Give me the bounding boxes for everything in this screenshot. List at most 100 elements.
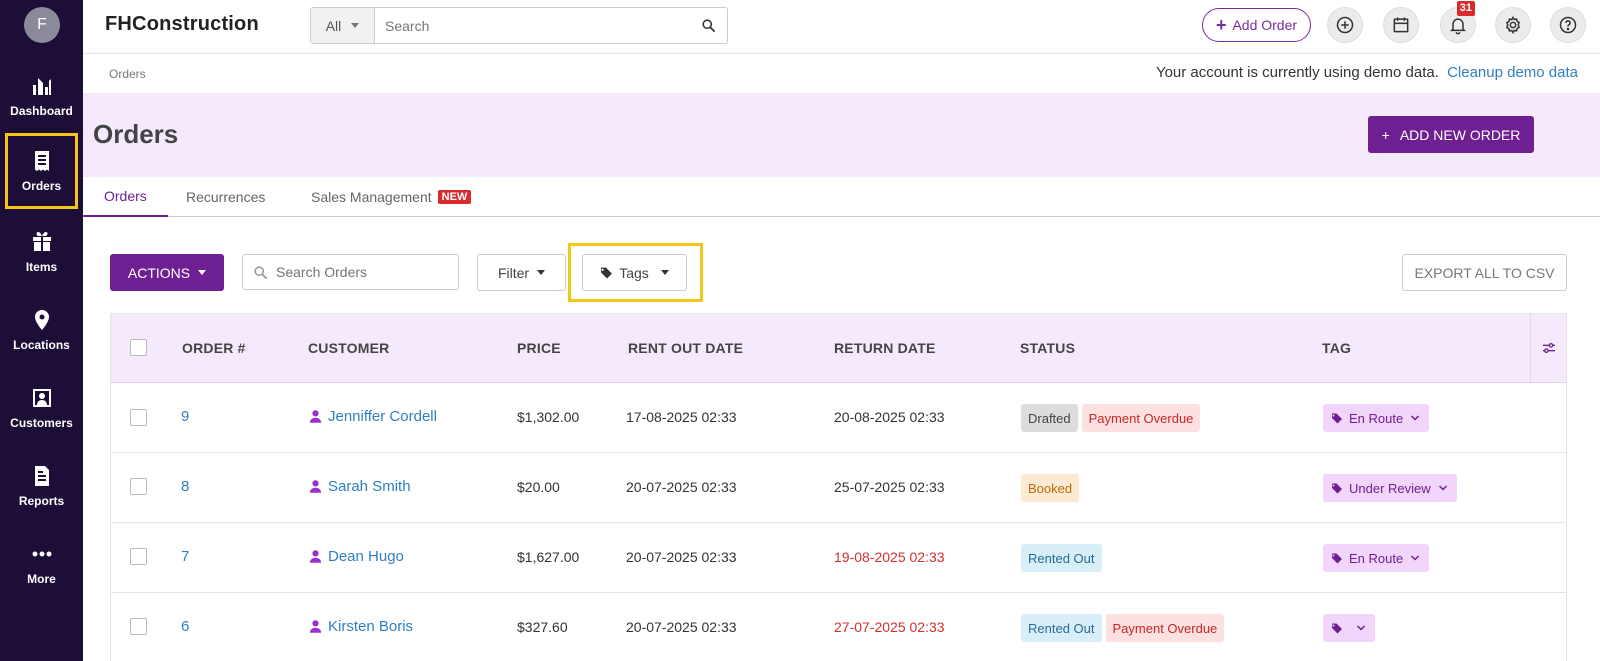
order-search-input[interactable] xyxy=(276,264,446,280)
chevron-down-icon xyxy=(1411,555,1420,561)
tag-dropdown[interactable]: Under Review xyxy=(1323,474,1457,502)
row-checkbox[interactable] xyxy=(130,409,147,426)
sidebar-item-orders[interactable]: Orders xyxy=(5,133,78,209)
sidebar-item-label: Locations xyxy=(13,338,70,352)
tab-label: Sales Management xyxy=(311,189,432,205)
global-search: All xyxy=(310,7,728,44)
tag-label: En Route xyxy=(1349,410,1404,426)
rent-out-date-cell: 17-08-2025 02:33 xyxy=(626,409,737,425)
plus-circle-icon xyxy=(1336,16,1354,34)
row-checkbox[interactable] xyxy=(130,548,147,565)
sidebar-item-reports[interactable]: Reports xyxy=(0,450,83,522)
sidebar-item-items[interactable]: Items xyxy=(0,216,83,288)
add-order-button[interactable]: + Add Order xyxy=(1202,8,1311,42)
tag-dropdown[interactable]: En Route xyxy=(1323,404,1430,432)
return-date-cell: 19-08-2025 02:33 xyxy=(834,549,945,565)
sliders-icon xyxy=(1542,343,1555,353)
order-number-link[interactable]: 7 xyxy=(181,548,189,565)
settings-button[interactable] xyxy=(1495,7,1531,43)
tag-dropdown[interactable] xyxy=(1323,614,1375,642)
notifications-button[interactable]: 31 xyxy=(1440,1,1476,43)
avatar[interactable]: F xyxy=(24,7,60,43)
tab-sales-management[interactable]: Sales Management NEW xyxy=(311,177,472,217)
status-badge: Rented Out xyxy=(1021,614,1102,642)
calendar-button[interactable] xyxy=(1383,7,1419,43)
top-bar: FHConstruction All + Add Order 31 xyxy=(83,0,1600,54)
customer-link[interactable]: Dean Hugo xyxy=(308,548,404,565)
gift-box-icon xyxy=(32,232,51,251)
tab-bar: Orders Recurrences Sales Management NEW xyxy=(83,177,1600,217)
tag-icon xyxy=(1332,483,1342,494)
chevron-down-icon xyxy=(1356,625,1366,631)
table-row[interactable]: 6 Kirsten Boris $327.60 20-07-2025 02:33… xyxy=(111,593,1566,661)
sidebar-item-label: More xyxy=(27,572,56,586)
tag-icon xyxy=(1332,623,1342,634)
table-row[interactable]: 7 Dean Hugo $1,627.00 20-07-2025 02:33 1… xyxy=(111,523,1566,593)
plus-icon: + xyxy=(1215,15,1227,35)
caret-down-icon xyxy=(660,270,669,275)
quick-add-button[interactable] xyxy=(1327,7,1363,43)
select-all-checkbox[interactable] xyxy=(130,339,147,356)
reports-icon xyxy=(34,466,49,486)
caret-down-icon xyxy=(351,23,360,28)
status-badge: Rented Out xyxy=(1021,544,1102,572)
table-row[interactable]: 8 Sarah Smith $20.00 20-07-2025 02:33 25… xyxy=(111,453,1566,523)
sidebar-item-label: Customers xyxy=(10,416,73,430)
customer-link[interactable]: Sarah Smith xyxy=(308,478,411,495)
column-header-status[interactable]: STATUS xyxy=(1020,340,1075,356)
column-header-tag[interactable]: TAG xyxy=(1322,340,1351,356)
tag-dropdown[interactable]: En Route xyxy=(1323,544,1430,572)
sidebar-item-dashboard[interactable]: Dashboard xyxy=(0,60,83,132)
table-row[interactable]: 9 Jenniffer Cordell $1,302.00 17-08-2025… xyxy=(111,383,1566,453)
person-icon xyxy=(309,410,322,423)
sidebar-item-label: Reports xyxy=(18,494,65,508)
customer-link[interactable]: Jenniffer Cordell xyxy=(308,408,437,425)
help-button[interactable] xyxy=(1550,7,1586,43)
row-checkbox[interactable] xyxy=(130,478,147,495)
tag-label: En Route xyxy=(1349,550,1404,566)
sidebar-item-locations[interactable]: Locations xyxy=(0,294,83,366)
search-input[interactable] xyxy=(375,8,689,43)
order-number-link[interactable]: 9 xyxy=(181,408,189,425)
person-icon xyxy=(309,550,322,563)
help-icon xyxy=(1559,16,1577,34)
search-scope-value: All xyxy=(325,17,342,34)
tab-label: Orders xyxy=(104,188,147,204)
cleanup-demo-data-link[interactable]: Cleanup demo data xyxy=(1447,64,1578,81)
tab-recurrences[interactable]: Recurrences xyxy=(186,177,265,217)
person-icon xyxy=(309,620,322,633)
order-number-link[interactable]: 6 xyxy=(181,618,189,635)
actions-button[interactable]: ACTIONS xyxy=(110,254,224,291)
chevron-down-icon xyxy=(1438,485,1447,491)
search-scope-select[interactable]: All xyxy=(311,8,375,43)
column-header-customer[interactable]: CUSTOMER xyxy=(308,340,389,356)
column-settings-button[interactable] xyxy=(1530,314,1566,382)
more-dots-icon xyxy=(32,551,51,557)
column-header-price[interactable]: PRICE xyxy=(517,340,561,356)
sidebar-item-customers[interactable]: Customers xyxy=(0,372,83,444)
row-checkbox[interactable] xyxy=(130,618,147,635)
filter-label: Filter xyxy=(497,264,530,281)
rent-out-date-cell: 20-07-2025 02:33 xyxy=(626,549,737,565)
tab-orders[interactable]: Orders xyxy=(83,177,168,217)
column-header-return-date[interactable]: RETURN DATE xyxy=(834,340,936,356)
column-header-order[interactable]: ORDER # xyxy=(182,340,246,356)
filter-button[interactable]: Filter xyxy=(477,254,566,291)
search-button[interactable] xyxy=(689,8,727,43)
search-icon xyxy=(254,265,267,279)
export-csv-button[interactable]: EXPORT ALL TO CSV xyxy=(1402,254,1567,291)
gear-icon xyxy=(1506,16,1520,34)
caret-down-icon xyxy=(537,270,546,275)
demo-data-notice: Your account is currently using demo dat… xyxy=(1156,64,1578,81)
table-header: ORDER # CUSTOMER PRICE RENT OUT DATE RET… xyxy=(111,314,1566,383)
customer-link[interactable]: Kirsten Boris xyxy=(308,618,413,635)
plus-icon: + xyxy=(1381,126,1390,143)
demo-data-text: Your account is currently using demo dat… xyxy=(1155,64,1439,81)
add-new-order-button[interactable]: + ADD NEW ORDER xyxy=(1368,116,1534,153)
sidebar-item-more[interactable]: More xyxy=(0,528,83,600)
chevron-down-icon xyxy=(1411,415,1420,421)
column-header-rent-out-date[interactable]: RENT OUT DATE xyxy=(628,340,743,356)
breadcrumb[interactable]: Orders xyxy=(109,67,146,81)
tags-button[interactable]: Tags xyxy=(582,254,687,291)
order-number-link[interactable]: 8 xyxy=(181,478,189,495)
